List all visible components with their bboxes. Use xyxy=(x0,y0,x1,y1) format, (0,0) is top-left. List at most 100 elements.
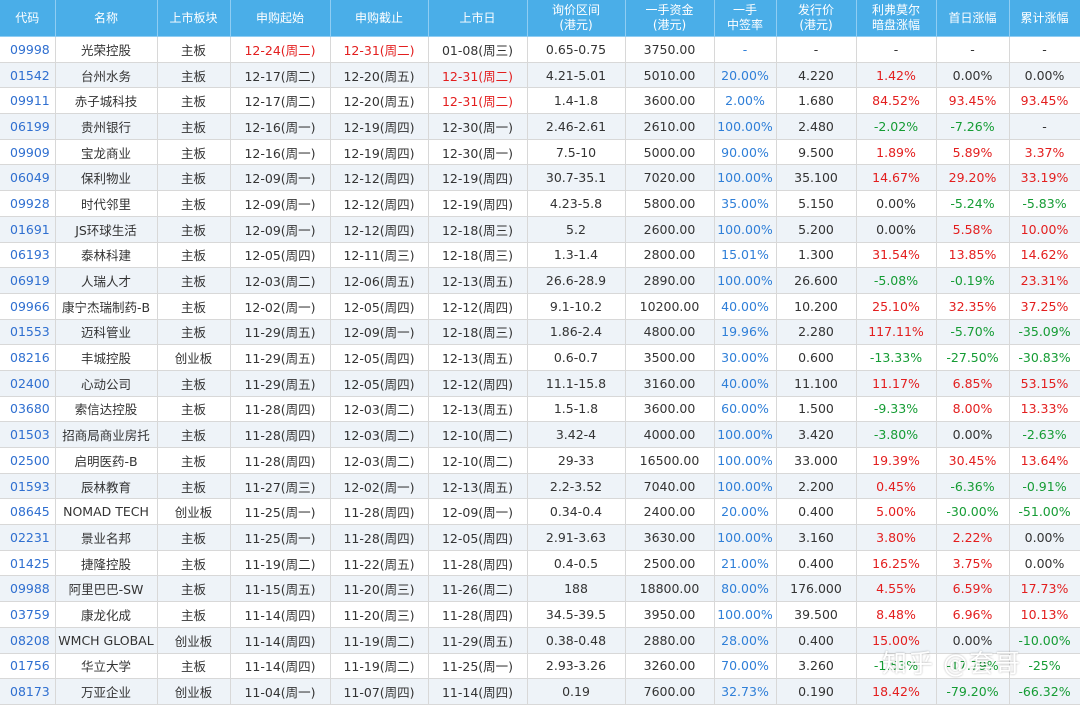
cell-code[interactable]: 09966 xyxy=(0,293,56,320)
cell-name[interactable]: 心动公司 xyxy=(55,370,158,397)
cell-name[interactable]: 捷隆控股 xyxy=(55,550,158,577)
cell-code[interactable]: 09928 xyxy=(0,190,56,217)
cell-code[interactable]: 01542 xyxy=(0,62,56,89)
table-row[interactable]: 01593 辰林教育 主板 11-27(周三) 12-02(周一) 12-13(周五) 2.… xyxy=(0,473,1080,500)
cell-name[interactable]: 华立大学 xyxy=(55,653,158,680)
table-row[interactable]: 01425 捷隆控股 主板 11-19(周二) 11-22(周五) 11-28(周四) 0.… xyxy=(0,550,1080,577)
cell-name[interactable]: 迈科管业 xyxy=(55,319,158,346)
cell-code[interactable]: 01593 xyxy=(0,473,56,500)
cell-name[interactable]: 宝龙商业 xyxy=(55,139,158,166)
cell-name[interactable]: 万亚企业 xyxy=(55,678,158,705)
table-row[interactable]: 09911 赤子城科技 主板 12-17(周二) 12-20(周五) 12-31(周二) 1… xyxy=(0,87,1080,115)
table-row[interactable]: 01503 招商局商业房托 主板 11-28(周四) 12-03(周二) 12-10(周二… xyxy=(0,421,1080,448)
cell-code[interactable]: 02400 xyxy=(0,370,56,397)
cell-code[interactable]: 06919 xyxy=(0,267,56,294)
cell-price: 2.200 xyxy=(776,473,857,500)
column-header[interactable]: 名称 xyxy=(55,0,158,37)
cell-code[interactable]: 08216 xyxy=(0,344,56,371)
cell-lot: 4000.00 xyxy=(625,421,715,448)
cell-name[interactable]: 台州水务 xyxy=(55,62,158,89)
cell-code[interactable]: 09998 xyxy=(0,36,56,63)
cell-code[interactable]: 08173 xyxy=(0,678,56,705)
table-row[interactable]: 08173 万亚企业 创业板 11-04(周一) 11-07(周四) 11-14(周四) 0… xyxy=(0,678,1080,705)
table-row[interactable]: 03759 康龙化成 主板 11-14(周四) 11-20(周三) 11-28(周四) 34… xyxy=(0,601,1080,628)
cell-name[interactable]: 招商局商业房托 xyxy=(55,421,158,448)
column-header[interactable]: 上市日 xyxy=(428,0,528,37)
cell-total: -51.00% xyxy=(1009,498,1080,526)
cell-name[interactable]: JS环球生活 xyxy=(55,216,158,243)
cell-name[interactable]: 丰城控股 xyxy=(55,344,158,371)
table-row[interactable]: 09966 康宁杰瑞制药-B 主板 12-02(周一) 12-05(周四) 12-12(周… xyxy=(0,293,1080,320)
cell-first: 93.45% xyxy=(936,87,1010,115)
column-header[interactable]: 首日涨幅 xyxy=(936,0,1010,37)
table-row[interactable]: 09928 时代邻里 主板 12-09(周一) 12-12(周四) 12-19(周四) 4.… xyxy=(0,190,1080,217)
table-row[interactable]: 09988 阿里巴巴-SW 主板 11-15(周五) 11-20(周三) 11-26(周二… xyxy=(0,575,1080,603)
cell-code[interactable]: 01691 xyxy=(0,216,56,243)
table-row[interactable]: 08645 NOMAD TECH 创业板 11-25(周一) 11-28(周四) 12-0… xyxy=(0,498,1080,526)
cell-code[interactable]: 02231 xyxy=(0,524,56,551)
cell-name[interactable]: 保利物业 xyxy=(55,164,158,192)
cell-code[interactable]: 06199 xyxy=(0,113,56,140)
table-row[interactable]: 08216 丰城控股 创业板 11-29(周五) 12-05(周四) 12-13(周五) 0… xyxy=(0,344,1080,371)
table-row[interactable]: 01553 迈科管业 主板 11-29(周五) 12-09(周一) 12-18(周三) 1.… xyxy=(0,319,1080,346)
column-header[interactable]: 利弗莫尔 暗盘涨幅 xyxy=(856,0,937,37)
cell-name[interactable]: 康龙化成 xyxy=(55,601,158,628)
cell-name[interactable]: WMCH GLOBAL xyxy=(55,627,158,654)
column-header[interactable]: 累计涨幅 xyxy=(1009,0,1080,37)
cell-lot: 16500.00 xyxy=(625,447,715,474)
cell-name[interactable]: 景业名邦 xyxy=(55,524,158,551)
cell-name[interactable]: 泰林科建 xyxy=(55,242,158,269)
cell-code[interactable]: 02500 xyxy=(0,447,56,474)
table-row[interactable]: 06049 保利物业 主板 12-09(周一) 12-12(周四) 12-19(周四) 30… xyxy=(0,164,1080,192)
cell-code[interactable]: 01425 xyxy=(0,550,56,577)
cell-start: 11-14(周四) xyxy=(230,653,331,680)
cell-list: 12-31(周二) xyxy=(428,87,528,115)
cell-name[interactable]: 贵州银行 xyxy=(55,113,158,140)
cell-dark: 18.42% xyxy=(856,678,937,705)
table-row[interactable]: 01542 台州水务 主板 12-17(周二) 12-20(周五) 12-31(周二) 4.… xyxy=(0,62,1080,89)
table-row[interactable]: 06193 泰林科建 主板 12-05(周四) 12-11(周三) 12-18(周三) 1.… xyxy=(0,242,1080,269)
cell-name[interactable]: NOMAD TECH xyxy=(55,498,158,526)
cell-code[interactable]: 01553 xyxy=(0,319,56,346)
table-row[interactable]: 02500 启明医药-B 主板 11-28(周四) 12-03(周二) 12-10(周二)… xyxy=(0,447,1080,474)
cell-name[interactable]: 时代邻里 xyxy=(55,190,158,217)
cell-code[interactable]: 06193 xyxy=(0,242,56,269)
column-header[interactable]: 申购起始 xyxy=(230,0,331,37)
cell-code[interactable]: 01756 xyxy=(0,653,56,680)
table-row[interactable]: 06199 贵州银行 主板 12-16(周一) 12-19(周四) 12-30(周一) 2.… xyxy=(0,113,1080,140)
column-header[interactable]: 一手 中签率 xyxy=(714,0,777,37)
cell-start: 11-28(周四) xyxy=(230,421,331,448)
cell-name[interactable]: 索信达控股 xyxy=(55,396,158,423)
cell-code[interactable]: 01503 xyxy=(0,421,56,448)
table-row[interactable]: 06919 人瑞人才 主板 12-03(周二) 12-06(周五) 12-13(周五) 26… xyxy=(0,267,1080,294)
cell-code[interactable]: 06049 xyxy=(0,164,56,192)
cell-code[interactable]: 03680 xyxy=(0,396,56,423)
cell-code[interactable]: 03759 xyxy=(0,601,56,628)
cell-name[interactable]: 人瑞人才 xyxy=(55,267,158,294)
table-row[interactable]: 09998 光荣控股 主板 12-24(周二) 12-31(周二) 01-08(周三) 0.… xyxy=(0,36,1080,63)
table-row[interactable]: 01691 JS环球生活 主板 12-09(周一) 12-12(周四) 12-18(周三)… xyxy=(0,216,1080,243)
table-row[interactable]: 03680 索信达控股 主板 11-28(周四) 12-03(周二) 12-13(周五) 1… xyxy=(0,396,1080,423)
cell-start: 11-29(周五) xyxy=(230,344,331,371)
table-row[interactable]: 02231 景业名邦 主板 11-25(周一) 11-28(周四) 12-05(周四) 2.… xyxy=(0,524,1080,551)
cell-code[interactable]: 09911 xyxy=(0,87,56,115)
cell-name[interactable]: 康宁杰瑞制药-B xyxy=(55,293,158,320)
cell-name[interactable]: 光荣控股 xyxy=(55,36,158,63)
cell-total: 37.25% xyxy=(1009,293,1080,320)
table-row[interactable]: 02400 心动公司 主板 11-29(周五) 12-05(周四) 12-12(周四) 11… xyxy=(0,370,1080,397)
cell-code[interactable]: 09909 xyxy=(0,139,56,166)
cell-code[interactable]: 09988 xyxy=(0,575,56,603)
cell-code[interactable]: 08208 xyxy=(0,627,56,654)
column-header[interactable]: 申购截止 xyxy=(330,0,429,37)
cell-name[interactable]: 辰林教育 xyxy=(55,473,158,500)
column-header[interactable]: 上市板块 xyxy=(157,0,231,37)
cell-name[interactable]: 启明医药-B xyxy=(55,447,158,474)
table-row[interactable]: 09909 宝龙商业 主板 12-16(周一) 12-19(周四) 12-30(周一) 7.… xyxy=(0,139,1080,166)
column-header[interactable]: 发行价 (港元) xyxy=(776,0,857,37)
cell-name[interactable]: 赤子城科技 xyxy=(55,87,158,115)
cell-name[interactable]: 阿里巴巴-SW xyxy=(55,575,158,603)
column-header[interactable]: 代码 xyxy=(0,0,56,37)
column-header[interactable]: 询价区间 (港元) xyxy=(527,0,626,37)
cell-code[interactable]: 08645 xyxy=(0,498,56,526)
column-header[interactable]: 一手资金 (港元) xyxy=(625,0,715,37)
